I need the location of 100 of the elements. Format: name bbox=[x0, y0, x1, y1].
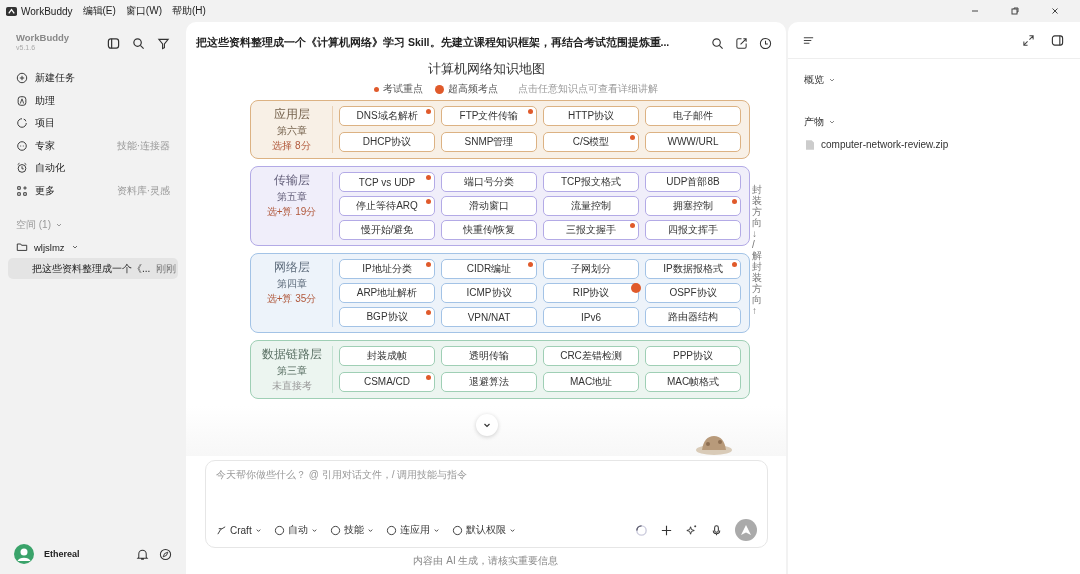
topic-chip[interactable]: BGP协议 bbox=[339, 307, 435, 327]
topic-chip[interactable]: 电子邮件 bbox=[645, 106, 741, 126]
nav-item[interactable]: 更多 资料库·灵感 bbox=[8, 179, 178, 202]
topic-chip[interactable]: CSMA/CD bbox=[339, 371, 435, 392]
sidebar-toggle-icon[interactable] bbox=[107, 37, 120, 50]
topic-chip[interactable]: 停止等待ARQ bbox=[339, 196, 435, 216]
folder-item[interactable]: wljslmz bbox=[8, 236, 178, 258]
layer-chapter: 第三章 bbox=[276, 364, 307, 378]
panel-toggle-icon[interactable] bbox=[1051, 33, 1064, 47]
nav-icon bbox=[16, 184, 28, 197]
nav-item[interactable]: 助理 bbox=[8, 89, 178, 112]
topic-chip[interactable]: UDP首部8B bbox=[645, 172, 741, 192]
avatar[interactable] bbox=[14, 544, 34, 564]
layer-score: 未直接考 bbox=[271, 379, 312, 393]
topic-chip[interactable]: DNS域名解析 bbox=[339, 106, 435, 126]
direction-note: 封装方向 ↓ / 解封装方向 ↑ bbox=[752, 183, 762, 316]
tool-icon bbox=[451, 524, 463, 536]
prompt-input[interactable]: 今天帮你做些什么？ @ 引用对话文件，/ 调用技能与指令 bbox=[216, 469, 757, 480]
layer-score: 选+算 19分 bbox=[266, 205, 317, 219]
chevron-icon bbox=[508, 526, 516, 534]
bell-icon[interactable] bbox=[136, 547, 149, 561]
file-item[interactable]: computer-network-review.zip bbox=[788, 139, 1080, 150]
topic-chip[interactable]: 路由器结构 bbox=[645, 307, 741, 327]
topic-chip[interactable]: ICMP协议 bbox=[441, 283, 537, 303]
topic-chip[interactable]: C/S模型 bbox=[543, 131, 639, 152]
sparkle-icon[interactable] bbox=[685, 523, 698, 537]
topic-chip[interactable]: TCP vs UDP bbox=[339, 172, 435, 192]
section-header[interactable]: 概览 bbox=[788, 73, 1080, 87]
topic-chip[interactable]: VPN/NAT bbox=[441, 307, 537, 327]
section-header[interactable]: 产物 bbox=[788, 115, 1080, 129]
layer-chapter: 第六章 bbox=[276, 124, 307, 138]
topic-chip[interactable]: 退避算法 bbox=[441, 371, 537, 392]
legend-hint: 点击任意知识点可查看详细讲解 bbox=[518, 82, 658, 96]
topic-chip[interactable]: PPP协议 bbox=[645, 346, 741, 366]
topic-chip[interactable]: CRC差错检测 bbox=[543, 346, 639, 366]
topic-chip[interactable]: IPv6 bbox=[543, 307, 639, 327]
chat-title: 把这些资料整理成一个《计算机网络》学习 Skill。先建立课程知识框架，再结合考试范围提炼重... bbox=[196, 36, 670, 50]
topic-chip[interactable]: FTP文件传输 bbox=[441, 106, 537, 126]
topic-chip[interactable]: TCP报文格式 bbox=[543, 172, 639, 192]
filter-icon[interactable] bbox=[157, 37, 170, 50]
expand-icon[interactable] bbox=[1022, 33, 1035, 47]
chevron-icon bbox=[828, 76, 836, 84]
menu-item[interactable]: 窗口(W) bbox=[125, 4, 162, 18]
nav-item[interactable]: 项目 bbox=[8, 112, 178, 135]
topic-chip[interactable]: 封装成帧 bbox=[339, 346, 435, 366]
topic-chip[interactable]: WWW/URL bbox=[645, 131, 741, 152]
topic-chip[interactable]: MAC地址 bbox=[543, 371, 639, 392]
chevron-icon bbox=[55, 221, 63, 229]
topic-chip[interactable]: 三报文握手 bbox=[543, 220, 639, 240]
topic-chip[interactable]: IP数据报格式 bbox=[645, 259, 741, 279]
chevron-icon bbox=[70, 243, 79, 251]
layer-name: 网络层 bbox=[273, 259, 310, 276]
microphone-icon[interactable] bbox=[710, 523, 723, 537]
topic-chip[interactable]: 拥塞控制 bbox=[645, 196, 741, 216]
topic-chip[interactable]: 透明传输 bbox=[441, 346, 537, 366]
composer-tool-button[interactable]: 自动 bbox=[273, 523, 318, 537]
legend-label: 考试重点 bbox=[383, 82, 423, 96]
topic-chip[interactable]: 端口号分类 bbox=[441, 172, 537, 192]
topic-chip[interactable]: RIP协议 bbox=[543, 283, 639, 303]
menu-item[interactable]: 帮助(H) bbox=[171, 4, 206, 18]
nav-icon bbox=[16, 117, 28, 130]
chevron-icon bbox=[254, 526, 262, 534]
topic-chip[interactable]: 慢开始/避免 bbox=[339, 220, 435, 240]
task-title: 把这些资料整理成一个《... bbox=[32, 261, 151, 276]
topic-chip[interactable]: 四报文挥手 bbox=[645, 220, 741, 240]
topic-chip[interactable]: MAC帧格式 bbox=[645, 371, 741, 392]
map-title: 计算机网络知识地图 bbox=[427, 60, 545, 78]
task-item[interactable]: 把这些资料整理成一个《... 刚刚 bbox=[8, 258, 178, 279]
nav-hint: 资料库·灵感 bbox=[116, 183, 170, 198]
menu-item[interactable]: 编辑(E) bbox=[82, 4, 116, 18]
history-icon[interactable] bbox=[759, 36, 772, 50]
restore-icon[interactable] bbox=[1010, 6, 1020, 16]
plus-icon[interactable] bbox=[660, 523, 673, 537]
share-icon[interactable] bbox=[735, 36, 748, 50]
topic-chip[interactable]: 快重传/恢复 bbox=[441, 220, 537, 240]
nav-item[interactable]: 新建任务 bbox=[8, 67, 178, 90]
compass-icon[interactable] bbox=[159, 547, 172, 561]
composer-tool-button[interactable]: 连应用 bbox=[385, 523, 440, 537]
topic-chip[interactable]: ARP地址解析 bbox=[339, 283, 435, 303]
nav-hint: 技能·连接器 bbox=[116, 138, 170, 153]
composer-tool-button[interactable]: 默认权限 bbox=[451, 523, 516, 537]
tool-icon bbox=[273, 524, 285, 536]
topic-chip[interactable]: IP地址分类 bbox=[339, 259, 435, 279]
topic-chip[interactable]: SNMP管理 bbox=[441, 131, 537, 152]
nav-item[interactable]: 专家 技能·连接器 bbox=[8, 134, 178, 157]
search-icon[interactable] bbox=[132, 37, 145, 50]
composer-tool-button[interactable]: Craft bbox=[216, 524, 262, 536]
topic-chip[interactable]: 流量控制 bbox=[543, 196, 639, 216]
composer-tool-button[interactable]: 技能 bbox=[329, 523, 374, 537]
search-icon[interactable] bbox=[711, 36, 724, 50]
topic-chip[interactable]: CIDR编址 bbox=[441, 259, 537, 279]
topic-chip[interactable]: 滑动窗口 bbox=[441, 196, 537, 216]
nav-item[interactable]: 自动化 bbox=[8, 157, 178, 180]
topic-chip[interactable]: DHCP协议 bbox=[339, 131, 435, 152]
topic-chip[interactable]: 子网划分 bbox=[543, 259, 639, 279]
nav-icon bbox=[16, 162, 28, 175]
close-icon[interactable] bbox=[1050, 6, 1060, 16]
layer-chapter: 第四章 bbox=[276, 277, 307, 291]
topic-chip[interactable]: HTTP协议 bbox=[543, 106, 639, 126]
topic-chip[interactable]: OSPF协议 bbox=[645, 283, 741, 303]
